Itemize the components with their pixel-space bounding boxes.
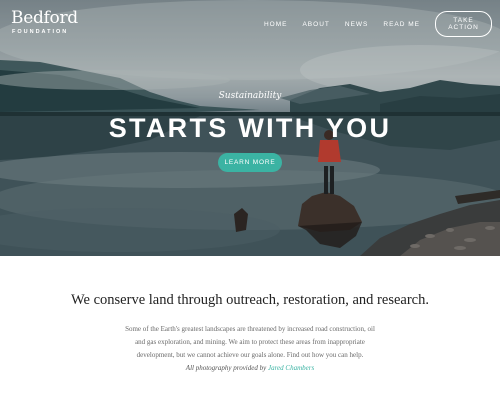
nav-read-me-link[interactable]: READ ME [383,21,420,28]
learn-more-button[interactable]: LEARN MORE [218,153,282,172]
brand-name: Bedford [11,8,78,28]
hero-title: STARTS WITH YOU [108,113,392,143]
photographer-link[interactable]: Jared Chambers [268,364,314,372]
hero-kicker: Sustainability [218,91,282,101]
photo-credit-prefix: All photography provided by [185,364,267,372]
main-nav: HOME ABOUT NEWS READ ME TAKE ACTION [264,11,492,37]
hero-section: Bedford FOUNDATION HOME ABOUT NEWS READ … [0,0,500,256]
nav-about-link[interactable]: ABOUT [302,21,329,28]
nav-home-link[interactable]: HOME [264,21,288,28]
photo-credit: All photography provided by Jared Chambe… [0,364,500,372]
mission-headline: We conserve land through outreach, resto… [71,292,429,308]
mission-body: Some of the Earth's greatest landscapes … [125,325,375,359]
nav-news-link[interactable]: NEWS [345,21,369,28]
take-action-button[interactable]: TAKE ACTION [435,11,492,37]
brand-tagline: FOUNDATION [12,29,69,35]
brand-logo[interactable]: Bedford FOUNDATION [11,8,78,36]
